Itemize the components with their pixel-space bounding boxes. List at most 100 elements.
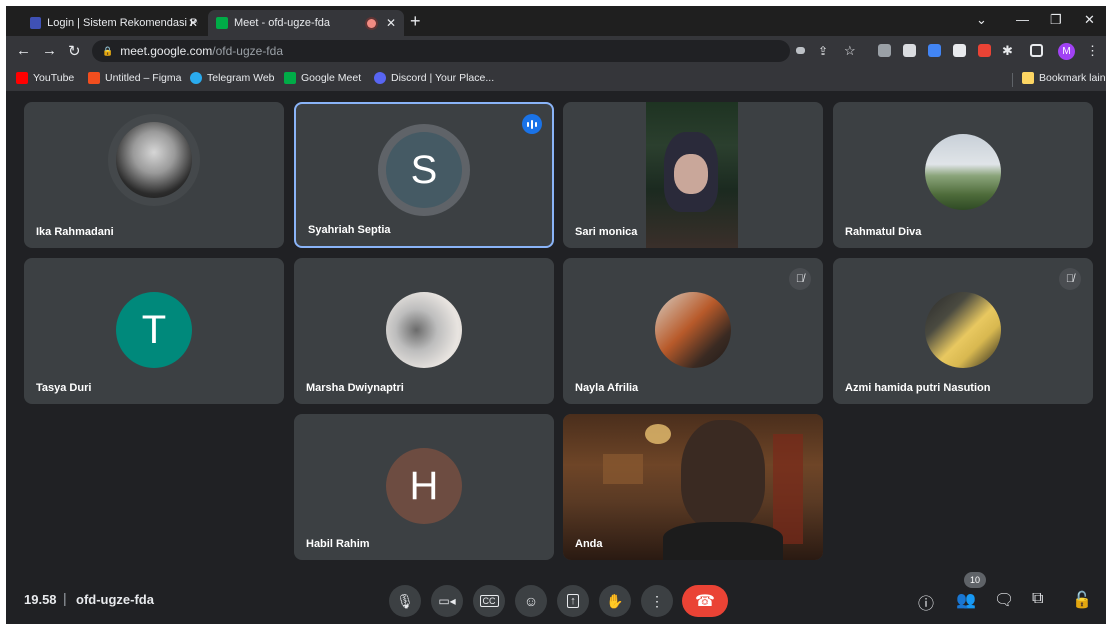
participant-name: Habil Rahim [306,538,370,550]
camera-icon: ▭◂ [438,594,456,608]
bookmark-telegram[interactable]: Telegram Web [190,72,275,84]
hand-icon: ✋ [606,592,624,609]
participant-photo-avatar [386,292,462,368]
bookmark-star-icon[interactable]: ☆ [844,43,856,59]
activities-icon[interactable]: ⧉ [1032,590,1043,608]
tab-search-icon[interactable]: ⌄ [976,12,987,28]
figma-icon [88,72,100,84]
recording-indicator-icon [367,18,376,28]
extension-icon[interactable] [878,44,891,57]
participant-tile[interactable]: Rahmatul Diva [833,102,1093,248]
participant-tile-active-speaker[interactable]: S Syahriah Septia [294,102,554,248]
participant-name: Anda [575,538,603,550]
leave-call-button[interactable]: ☎ [682,585,728,617]
meeting-controls-bar: 19.58 | ofd-ugze-fda 🎙 ▭◂ CC ☺ ↑ ✋ ⋮ ☎ ⓘ… [6,572,1106,624]
more-options-button[interactable]: ⋮ [641,585,673,617]
extension-icon[interactable] [903,44,916,57]
participant-name: Nayla Afrilia [575,382,639,394]
extension-icon[interactable] [953,44,966,57]
lock-icon: 🔒 [102,45,114,56]
forward-button[interactable]: → [42,42,57,59]
meet-favicon-icon [216,17,228,29]
camera-in-use-icon[interactable] [796,47,805,54]
speaking-indicator-icon [522,114,542,134]
minimize-button[interactable]: — [1016,12,1029,27]
emoji-icon: ☺ [523,593,539,609]
participant-tile[interactable]: Marsha Dwiynaptri [294,258,554,404]
tab-login[interactable]: Login | Sistem Rekomendasi Pen ✕ [22,10,206,36]
microphone-muted-icon: 🎙̸ [1059,268,1081,290]
new-tab-button[interactable]: + [410,11,421,32]
url-host: meet.google.com [120,44,213,58]
back-button[interactable]: ← [16,42,31,59]
host-controls-lock-icon[interactable]: 🔓 [1072,590,1092,610]
participant-name: Syahriah Septia [308,224,391,236]
participant-tile[interactable]: H Habil Rahim [294,414,554,560]
bookmark-label: YouTube [33,72,75,84]
present-icon: ↑ [567,594,579,608]
participant-tile-self[interactable]: Anda [563,414,823,560]
extension-icon[interactable] [978,44,991,57]
people-icon[interactable]: 👥 [956,590,976,610]
meeting-clock: 19.58 [24,592,57,607]
participant-name: Marsha Dwiynaptri [306,382,404,394]
discord-icon [374,72,386,84]
participant-name: Tasya Duri [36,382,92,394]
participant-tile[interactable]: 🎙̸ Azmi hamida putri Nasution [833,258,1093,404]
meeting-code: ofd-ugze-fda [76,592,154,607]
reactions-button[interactable]: ☺ [515,585,547,617]
bookmark-youtube[interactable]: YouTube [16,72,74,84]
tab-meet[interactable]: Meet - ofd-ugze-fda ✕ [208,10,404,36]
tab-title: Login | Sistem Rekomendasi Pen [47,17,198,29]
youtube-icon [16,72,28,84]
clock-separator: | [63,590,67,606]
participant-photo-avatar [925,292,1001,368]
participant-tile[interactable]: T Tasya Duri [24,258,284,404]
close-window-button[interactable]: ✕ [1084,12,1095,28]
participant-name: Azmi hamida putri Nasution [845,382,991,394]
folder-icon [1022,72,1034,84]
share-icon[interactable]: ⇪ [818,44,828,58]
bookmark-discord[interactable]: Discord | Your Place... [374,72,494,84]
participant-count-badge: 10 [964,572,986,588]
extensions-puzzle-icon[interactable]: ✱ [1002,43,1013,59]
participant-name: Ika Rahmadani [36,226,114,238]
participant-tile[interactable]: 🎙̸ Nayla Afrilia [563,258,823,404]
meeting-info-icon[interactable]: ⓘ [918,590,934,614]
other-bookmarks-folder[interactable]: Bookmark lain [1022,72,1106,84]
side-panel-icon[interactable] [1030,44,1043,57]
participant-tile[interactable]: Sari monica [563,102,823,248]
translate-extension-icon[interactable] [928,44,941,57]
participant-name: Rahmatul Diva [845,226,922,238]
bookmark-google-meet[interactable]: Google Meet [284,72,361,84]
browser-menu-icon[interactable]: ⋮ [1086,43,1099,59]
present-screen-button[interactable]: ↑ [557,585,589,617]
avatar-initial-t: T [116,292,192,368]
captions-icon: CC [479,595,499,607]
participant-tile[interactable]: Ika Rahmadani [24,102,284,248]
browser-window: Login | Sistem Rekomendasi Pen ✕ Meet - … [6,6,1106,624]
tab-strip: Login | Sistem Rekomendasi Pen ✕ Meet - … [6,6,1106,36]
close-tab-icon[interactable]: ✕ [188,16,198,30]
camera-button[interactable]: ▭◂ [431,585,463,617]
bookmark-label: Untitled – Figma [105,72,182,84]
phone-hangup-icon: ☎ [695,593,715,610]
chat-icon[interactable]: 🗨 [994,590,1014,610]
bookmarks-bar: YouTube Untitled – Figma Telegram Web Go… [6,66,1106,92]
restore-button[interactable]: ❐ [1050,12,1062,28]
microphone-icon: 🎙 [396,592,414,609]
captions-button[interactable]: CC [473,585,505,617]
address-bar[interactable]: 🔒 meet.google.com/ofd-ugze-fda [92,40,790,62]
raise-hand-button[interactable]: ✋ [599,585,631,617]
close-tab-icon[interactable]: ✕ [386,16,396,30]
profile-avatar[interactable]: M [1058,43,1075,60]
participant-video-feed [646,102,738,248]
browser-toolbar: ← → ↻ 🔒 meet.google.com/ofd-ugze-fda ⇪ ☆… [6,36,1106,66]
bookmark-figma[interactable]: Untitled – Figma [88,72,181,84]
microphone-button[interactable]: 🎙 [389,585,421,617]
reload-button[interactable]: ↻ [68,42,81,60]
meet-icon [284,72,296,84]
participant-photo-avatar [116,122,192,198]
bookmark-label: Telegram Web [207,72,275,84]
bookmark-label: Google Meet [301,72,362,84]
